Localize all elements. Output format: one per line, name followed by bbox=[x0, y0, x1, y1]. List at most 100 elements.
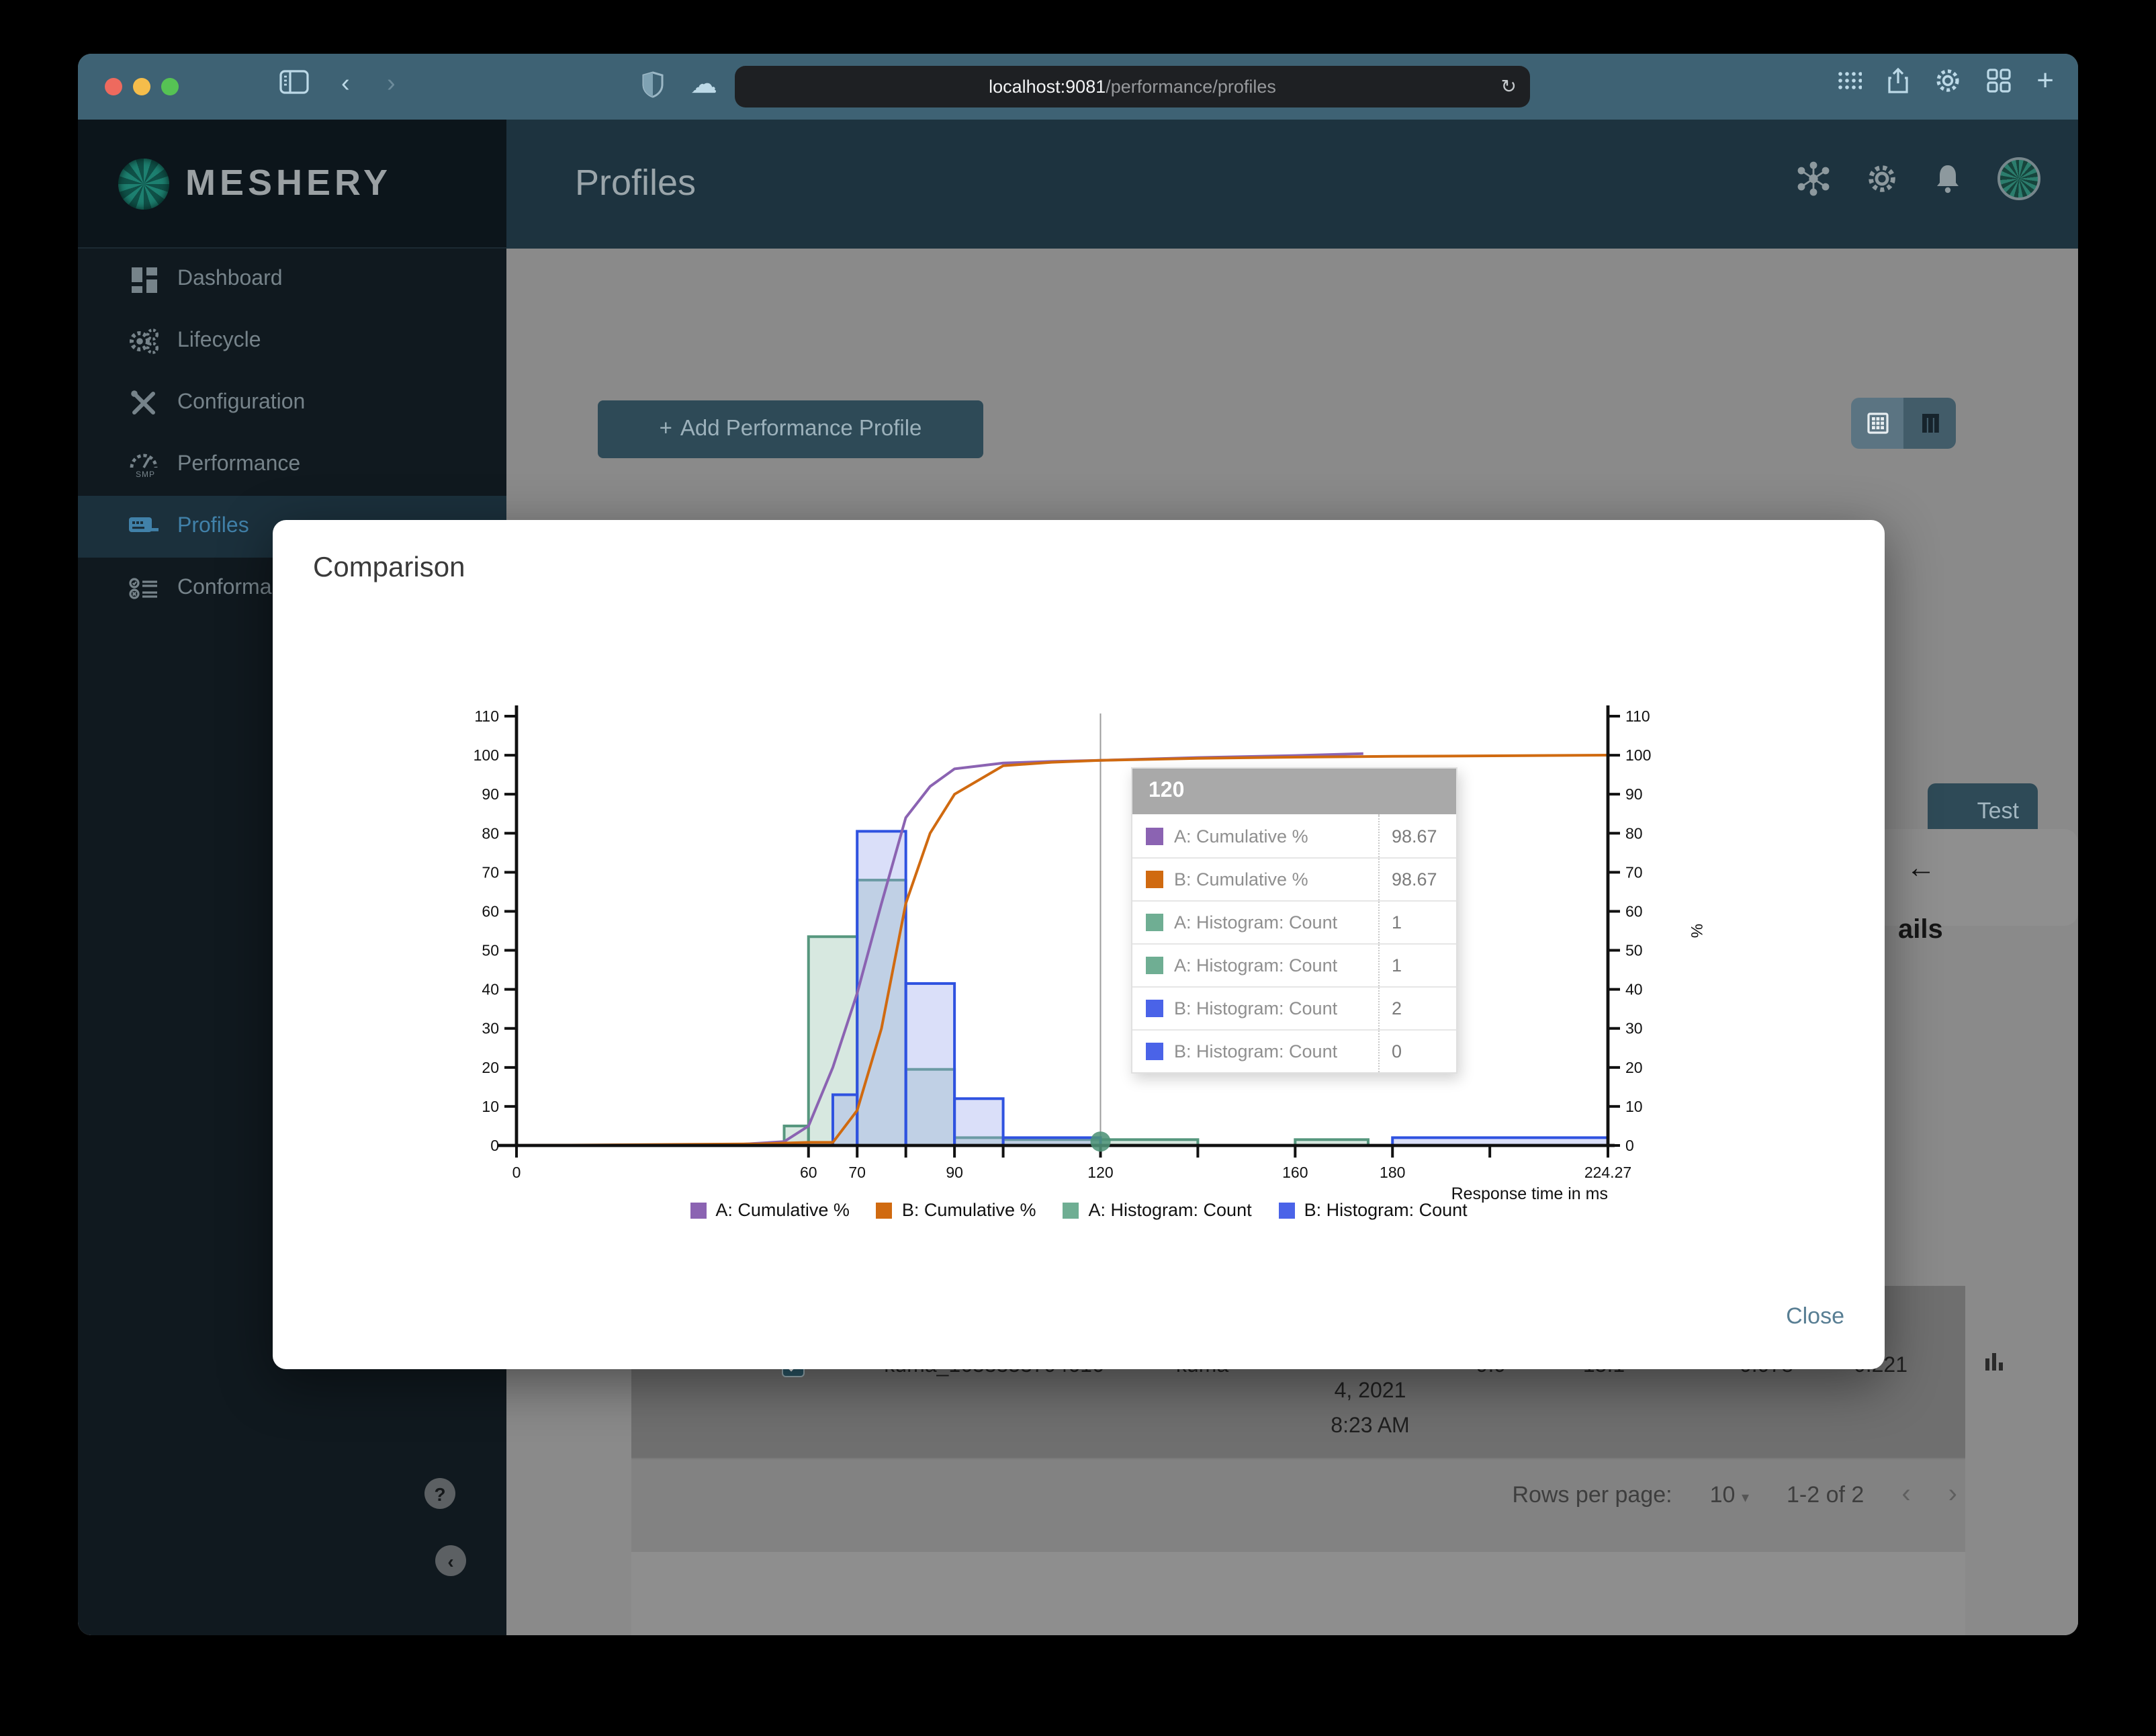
page-title: Profiles bbox=[575, 163, 697, 203]
svg-text:10: 10 bbox=[1625, 1098, 1643, 1115]
tab-overview-icon[interactable] bbox=[1987, 69, 2011, 93]
tooltip-label: A: Histogram: Count bbox=[1174, 955, 1338, 975]
svg-text:60: 60 bbox=[482, 902, 499, 920]
test-button-label: Test bbox=[1977, 798, 2019, 824]
forward-icon[interactable]: › bbox=[387, 70, 396, 99]
tooltip-header: 120 bbox=[1132, 769, 1456, 814]
svg-text:90: 90 bbox=[1625, 785, 1643, 803]
window-zoom-button[interactable] bbox=[161, 78, 179, 95]
svg-text:30: 30 bbox=[482, 1020, 499, 1037]
svg-text:0: 0 bbox=[490, 1137, 499, 1154]
tooltip-row: B: Histogram: Count 0 bbox=[1132, 1029, 1456, 1072]
lifecycle-gears-icon bbox=[129, 328, 159, 355]
collapse-sidebar-button[interactable]: ‹ bbox=[435, 1545, 466, 1576]
legend-item[interactable]: B: Histogram: Count bbox=[1278, 1200, 1468, 1220]
tooltip-swatch bbox=[1146, 1043, 1163, 1060]
tooltip-value: 98.67 bbox=[1378, 814, 1456, 857]
close-button[interactable]: Close bbox=[1786, 1303, 1844, 1330]
shield-icon[interactable] bbox=[642, 71, 664, 98]
sidebar-item-label: Lifecycle bbox=[177, 329, 261, 352]
configuration-tools-icon bbox=[129, 390, 159, 417]
sidebar-item-label: Performance bbox=[177, 453, 301, 476]
pagination: Rows per page: 10 ▾ 1-2 of 2 ‹ › bbox=[1512, 1479, 1957, 1510]
plus-icon: + bbox=[659, 417, 672, 441]
dashboard-icon bbox=[129, 267, 159, 292]
svg-text:60: 60 bbox=[800, 1164, 817, 1181]
performance-gauge-icon: SMP bbox=[129, 451, 159, 478]
svg-text:80: 80 bbox=[1625, 824, 1643, 842]
chevron-down-icon: ▾ bbox=[1741, 1489, 1749, 1506]
legend-swatch bbox=[690, 1202, 707, 1218]
adapters-cluster-icon[interactable] bbox=[1796, 161, 1831, 196]
tooltip-value: 2 bbox=[1378, 988, 1456, 1029]
svg-text:70: 70 bbox=[482, 863, 499, 881]
tooltip-value: 1 bbox=[1378, 945, 1456, 986]
legend-label: A: Histogram: Count bbox=[1088, 1200, 1252, 1220]
url-bar[interactable]: localhost:9081/performance/profiles ↻ bbox=[735, 66, 1530, 107]
svg-text:SMP: SMP bbox=[136, 470, 155, 478]
back-arrow-icon[interactable]: ← bbox=[1906, 851, 1936, 885]
sidebar-toggle-icon[interactable] bbox=[279, 70, 309, 94]
svg-text:160: 160 bbox=[1282, 1164, 1308, 1181]
svg-text:80: 80 bbox=[482, 824, 499, 842]
tooltip-swatch bbox=[1146, 957, 1163, 974]
cloud-icon[interactable]: ☁ bbox=[690, 67, 717, 101]
svg-text:40: 40 bbox=[482, 981, 499, 998]
tooltip-value: 0 bbox=[1378, 1031, 1456, 1072]
app-header: MESHERY Profiles bbox=[78, 120, 2078, 249]
previous-page-icon[interactable]: ‹ bbox=[1901, 1479, 1910, 1510]
svg-text:0: 0 bbox=[512, 1164, 521, 1181]
sidebar-item-label: Configuration bbox=[177, 391, 306, 414]
settings-gear-icon[interactable] bbox=[1934, 67, 1961, 94]
legend-item[interactable]: A: Histogram: Count bbox=[1063, 1200, 1252, 1220]
screenshot-stage: ‹ › ☁ localhost:9081/performance/profile… bbox=[0, 0, 2156, 1736]
url-path: /performance/profiles bbox=[1106, 77, 1276, 97]
help-button[interactable]: ? bbox=[424, 1478, 455, 1509]
legend-label: B: Cumulative % bbox=[901, 1200, 1036, 1220]
table-view-toggle[interactable] bbox=[1903, 398, 1956, 449]
row-chart-icon[interactable] bbox=[1985, 1353, 2003, 1371]
window-close-button[interactable] bbox=[105, 78, 122, 95]
back-icon[interactable]: ‹ bbox=[341, 70, 350, 99]
sidebar-item-performance[interactable]: SMP Performance bbox=[78, 434, 506, 496]
comparison-chart[interactable]: 0 010 1020 2030 3040 4050 5060 6070 7080 8090 9010… bbox=[273, 520, 1885, 1272]
new-tab-icon[interactable]: + bbox=[2036, 65, 2054, 95]
notifications-bell-icon[interactable] bbox=[1933, 163, 1963, 195]
tooltip-label: B: Cumulative % bbox=[1174, 869, 1308, 889]
sidebar-item-configuration[interactable]: Configuration bbox=[78, 372, 506, 434]
add-performance-profile-button[interactable]: + Add Performance Profile bbox=[598, 400, 983, 458]
preferences-gear-icon[interactable] bbox=[1866, 163, 1898, 195]
tooltip-swatch bbox=[1146, 1000, 1163, 1017]
svg-text:40: 40 bbox=[1625, 981, 1643, 998]
svg-text:30: 30 bbox=[1625, 1020, 1643, 1037]
brand-name: MESHERY bbox=[185, 163, 392, 203]
chart-legend: A: Cumulative % B: Cumulative % A: Histo… bbox=[273, 1200, 1885, 1220]
browser-window: ‹ › ☁ localhost:9081/performance/profile… bbox=[78, 54, 2078, 1635]
svg-text:%: % bbox=[1687, 924, 1705, 938]
rows-per-page-select[interactable]: 10 ▾ bbox=[1710, 1481, 1749, 1508]
brand-zone[interactable]: MESHERY bbox=[78, 120, 506, 249]
next-page-icon[interactable]: › bbox=[1948, 1479, 1957, 1510]
reload-icon[interactable]: ↻ bbox=[1501, 75, 1517, 98]
window-minimize-button[interactable] bbox=[133, 78, 150, 95]
card-footer-area bbox=[631, 1552, 1965, 1635]
tooltip-label: A: Cumulative % bbox=[1174, 826, 1308, 846]
url-host: localhost:9081 bbox=[989, 77, 1106, 97]
sidebar-item-dashboard[interactable]: Dashboard bbox=[78, 249, 506, 310]
tooltip-row: A: Histogram: Count 1 bbox=[1132, 900, 1456, 943]
tooltip-row: B: Cumulative % 98.67 bbox=[1132, 857, 1456, 900]
svg-text:90: 90 bbox=[946, 1164, 963, 1181]
svg-text:120: 120 bbox=[1087, 1164, 1113, 1181]
legend-item[interactable]: A: Cumulative % bbox=[690, 1200, 850, 1220]
legend-item[interactable]: B: Cumulative % bbox=[876, 1200, 1036, 1220]
grid-dots-icon[interactable] bbox=[1838, 71, 1862, 90]
tooltip-swatch bbox=[1146, 914, 1163, 931]
sidebar-item-lifecycle[interactable]: Lifecycle bbox=[78, 310, 506, 372]
add-performance-profile-label: Add Performance Profile bbox=[680, 417, 922, 441]
user-avatar[interactable] bbox=[1997, 157, 2040, 200]
tooltip-label: A: Histogram: Count bbox=[1174, 912, 1338, 932]
share-icon[interactable] bbox=[1887, 67, 1909, 94]
grid-view-toggle[interactable] bbox=[1851, 398, 1903, 449]
meshery-logo-icon bbox=[118, 158, 169, 209]
details-heading-fragment: ails bbox=[1898, 915, 1943, 945]
